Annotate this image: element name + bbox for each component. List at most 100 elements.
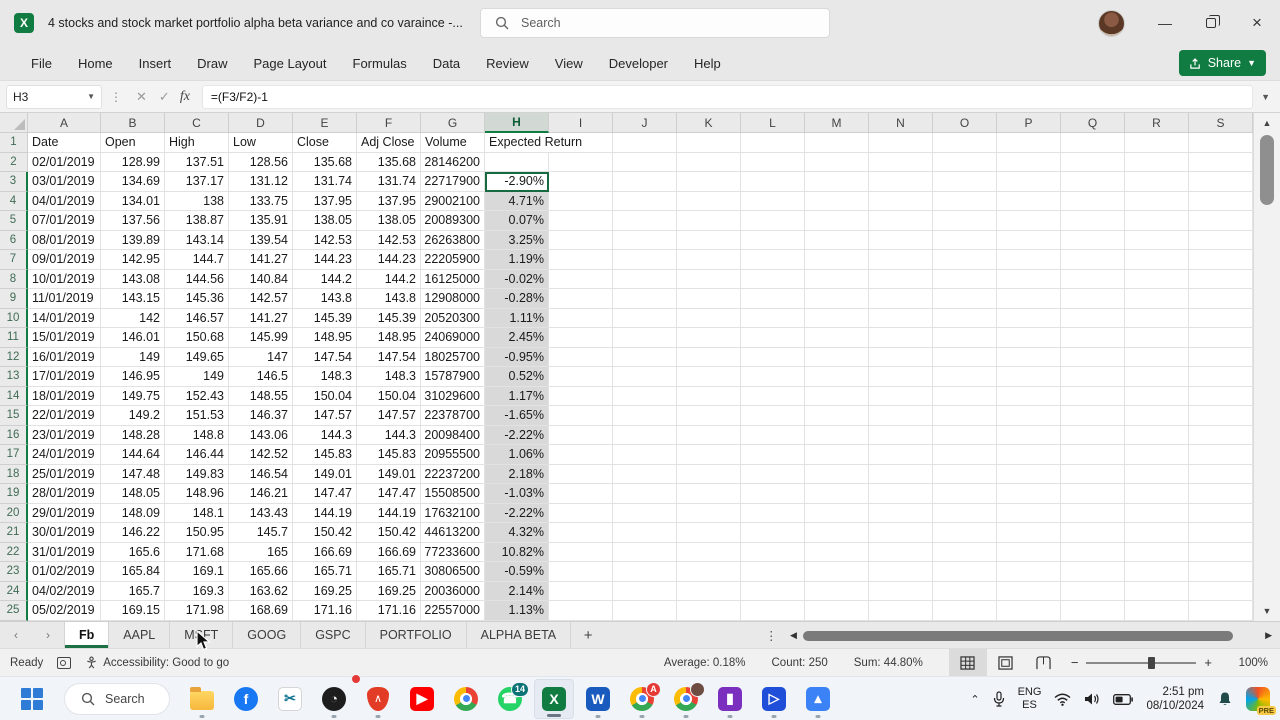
cell-M6[interactable]	[805, 230, 869, 250]
cell-A24[interactable]: 04/02/2019	[28, 581, 101, 601]
cell-Q2[interactable]	[1061, 152, 1125, 172]
cell-B24[interactable]: 165.7	[101, 581, 165, 601]
cell-K24[interactable]	[677, 581, 741, 601]
cell-C4[interactable]: 138	[165, 191, 229, 211]
cell-H24[interactable]: 2.14%	[485, 581, 549, 601]
sheet-tab-aapl[interactable]: AAPL	[109, 622, 171, 648]
cell-R9[interactable]	[1125, 289, 1189, 309]
cell-S3[interactable]	[1189, 172, 1253, 192]
column-header-Q[interactable]: Q	[1061, 113, 1125, 133]
count-stat[interactable]: Count: 250	[772, 657, 828, 669]
cell-N25[interactable]	[869, 601, 933, 621]
cell-S2[interactable]	[1189, 152, 1253, 172]
cell-Q15[interactable]	[1061, 406, 1125, 426]
cell-N6[interactable]	[869, 230, 933, 250]
column-header-D[interactable]: D	[229, 113, 293, 133]
ribbon-tab-page-layout[interactable]: Page Layout	[241, 46, 340, 80]
cell-E10[interactable]: 145.39	[293, 308, 357, 328]
cell-H11[interactable]: 2.45%	[485, 328, 549, 348]
cell-A10[interactable]: 14/01/2019	[28, 308, 101, 328]
cell-I9[interactable]	[549, 289, 613, 309]
cell-F14[interactable]: 150.04	[357, 386, 421, 406]
cell-M17[interactable]	[805, 445, 869, 465]
cell-S24[interactable]	[1189, 581, 1253, 601]
cell-J4[interactable]	[613, 191, 677, 211]
clock[interactable]: 2:51 pm 08/10/2024	[1146, 685, 1204, 714]
cell-P16[interactable]	[997, 425, 1061, 445]
cell-L13[interactable]	[741, 367, 805, 387]
cell-E3[interactable]: 131.74	[293, 172, 357, 192]
cell-G14[interactable]: 31029600	[421, 386, 485, 406]
cell-J21[interactable]	[613, 523, 677, 543]
zoom-out-button[interactable]: −	[1071, 655, 1079, 670]
sheet-nav-next-icon[interactable]: ›	[32, 622, 64, 648]
cell-C18[interactable]: 149.83	[165, 464, 229, 484]
cell-C17[interactable]: 146.44	[165, 445, 229, 465]
row-header-8[interactable]: 8	[0, 269, 28, 289]
language-indicator[interactable]: ENG ES	[1018, 686, 1042, 712]
row-header-19[interactable]: 19	[0, 484, 28, 504]
cell-G11[interactable]: 24069000	[421, 328, 485, 348]
cell-D19[interactable]: 146.21	[229, 484, 293, 504]
youtube-button[interactable]: ▶	[402, 679, 442, 719]
cell-D5[interactable]: 135.91	[229, 211, 293, 231]
cell-O25[interactable]	[933, 601, 997, 621]
row-header-11[interactable]: 11	[0, 328, 28, 348]
column-header-C[interactable]: C	[165, 113, 229, 133]
cell-G23[interactable]: 30806500	[421, 562, 485, 582]
row-header-21[interactable]: 21	[0, 523, 28, 543]
cell-A11[interactable]: 15/01/2019	[28, 328, 101, 348]
cell-N17[interactable]	[869, 445, 933, 465]
cell-Q22[interactable]	[1061, 542, 1125, 562]
close-button[interactable]: ×	[1234, 0, 1280, 46]
cell-C3[interactable]: 137.17	[165, 172, 229, 192]
ribbon-tab-file[interactable]: File	[18, 46, 65, 80]
cell-L23[interactable]	[741, 562, 805, 582]
cell-C14[interactable]: 152.43	[165, 386, 229, 406]
cell-N10[interactable]	[869, 308, 933, 328]
cell-R11[interactable]	[1125, 328, 1189, 348]
cell-K5[interactable]	[677, 211, 741, 231]
cell-E1[interactable]: Close	[293, 133, 357, 153]
row-header-25[interactable]: 25	[0, 601, 28, 621]
cell-E19[interactable]: 147.47	[293, 484, 357, 504]
column-header-B[interactable]: B	[101, 113, 165, 133]
page-break-view-button[interactable]	[1025, 649, 1063, 677]
cell-C12[interactable]: 149.65	[165, 347, 229, 367]
cell-G3[interactable]: 22717900	[421, 172, 485, 192]
cell-D12[interactable]: 147	[229, 347, 293, 367]
row-header-13[interactable]: 13	[0, 367, 28, 387]
cell-P2[interactable]	[997, 152, 1061, 172]
cell-N18[interactable]	[869, 464, 933, 484]
cell-Q25[interactable]	[1061, 601, 1125, 621]
cell-A25[interactable]: 05/02/2019	[28, 601, 101, 621]
cell-S23[interactable]	[1189, 562, 1253, 582]
row-header-6[interactable]: 6	[0, 230, 28, 250]
cell-J16[interactable]	[613, 425, 677, 445]
cell-R3[interactable]	[1125, 172, 1189, 192]
cell-K11[interactable]	[677, 328, 741, 348]
cell-K18[interactable]	[677, 464, 741, 484]
cell-Q7[interactable]	[1061, 250, 1125, 270]
name-box[interactable]: H3 ▼	[6, 84, 102, 109]
cell-O20[interactable]	[933, 503, 997, 523]
cell-L21[interactable]	[741, 523, 805, 543]
cell-N16[interactable]	[869, 425, 933, 445]
cell-G16[interactable]: 20098400	[421, 425, 485, 445]
cell-S19[interactable]	[1189, 484, 1253, 504]
row-header-24[interactable]: 24	[0, 581, 28, 601]
cell-C8[interactable]: 144.56	[165, 269, 229, 289]
obs-studio-button[interactable]: ◔	[314, 673, 361, 719]
cell-P15[interactable]	[997, 406, 1061, 426]
cell-K21[interactable]	[677, 523, 741, 543]
cell-I3[interactable]	[549, 172, 613, 192]
cell-F2[interactable]: 135.68	[357, 152, 421, 172]
ribbon-tab-review[interactable]: Review	[473, 46, 542, 80]
cell-F23[interactable]: 165.71	[357, 562, 421, 582]
cell-S9[interactable]	[1189, 289, 1253, 309]
cell-F20[interactable]: 144.19	[357, 503, 421, 523]
scroll-left-icon[interactable]: ◀	[790, 630, 797, 641]
cell-J11[interactable]	[613, 328, 677, 348]
cell-G12[interactable]: 18025700	[421, 347, 485, 367]
cancel-icon[interactable]: ✕	[136, 89, 147, 105]
